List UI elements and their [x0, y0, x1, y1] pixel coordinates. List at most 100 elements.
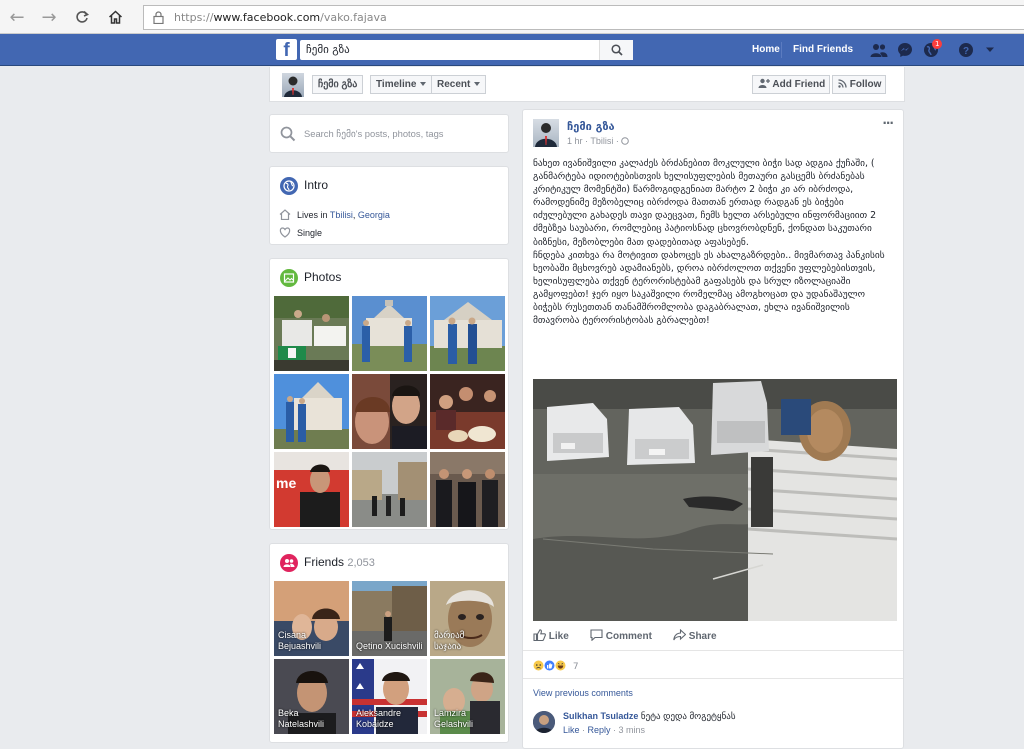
friend-requests-icon[interactable]	[870, 42, 888, 58]
share-button[interactable]: Share	[673, 628, 717, 642]
search-input[interactable]: ჩემი გზა	[300, 40, 633, 60]
photo-thumbnail[interactable]: me	[274, 452, 349, 527]
friend-name: Lamzira Gelashvili	[434, 708, 474, 729]
commenter-avatar[interactable]	[533, 711, 555, 733]
chevron-down-icon	[420, 82, 427, 87]
post-author-name[interactable]: ჩემი გზა	[567, 120, 615, 133]
add-friend-button[interactable]: Add Friend	[752, 75, 830, 94]
home-icon[interactable]	[104, 6, 126, 28]
lock-icon	[153, 11, 164, 24]
reactions-summary[interactable]: 7	[533, 658, 579, 672]
post-time[interactable]: 1 hr	[567, 136, 583, 146]
friend-tile[interactable]: Cisana Bejuashvili	[274, 581, 349, 656]
relationship-status: Single	[297, 228, 323, 238]
photo-thumbnail[interactable]	[430, 452, 505, 527]
city-link[interactable]: Tbilisi	[330, 210, 353, 220]
country-link[interactable]: Georgia	[358, 210, 390, 220]
friends-card: Friends 2,053 Cisana Bejuashvili Qetino X…	[269, 543, 509, 743]
post-author-avatar[interactable]	[533, 119, 559, 147]
like-button[interactable]: Like	[533, 629, 569, 642]
help-icon[interactable]: ?	[958, 42, 974, 58]
view-previous-comments-link[interactable]: View previous comments	[533, 688, 633, 698]
back-arrow-icon[interactable]: ←	[6, 6, 28, 28]
friend-name: Cisana Bejuashvili	[278, 630, 322, 651]
timeline-nav-strip: ჩემი გზა Timeline Recent Add Friend Foll…	[269, 67, 905, 102]
comment-actions: Like · Reply · 3 mins	[563, 725, 646, 735]
follow-button[interactable]: Follow	[832, 75, 886, 94]
photo-thumbnail[interactable]	[430, 374, 505, 449]
globe-icon	[621, 137, 630, 145]
friends-count: 2,053	[347, 557, 375, 569]
find-friends-link[interactable]: Find Friends	[793, 44, 853, 55]
post-options-icon[interactable]: ···	[882, 116, 894, 130]
friends-title: Friends 2,053	[304, 555, 375, 569]
reload-icon[interactable]	[71, 6, 93, 28]
facebook-topbar: f ჩემი გზა Home Find Friends 1 ?	[0, 34, 1024, 66]
search-button[interactable]	[599, 40, 633, 60]
post-text: ნახეთ ივანიშვილი კალაძეს ბრძანებით მოკლუ…	[533, 158, 885, 327]
search-icon	[280, 126, 296, 142]
add-friend-icon	[758, 78, 770, 88]
friends-icon	[280, 554, 298, 572]
friend-tile[interactable]: Beka Natelashvili	[274, 659, 349, 734]
chevron-down-icon	[474, 82, 481, 87]
share-icon	[673, 628, 687, 641]
home-link[interactable]: Home	[752, 44, 780, 55]
rss-icon	[838, 79, 847, 88]
svg-text:?: ?	[963, 46, 969, 57]
url-text: https://www.facebook.com/vako.fajava	[174, 11, 387, 24]
facebook-logo[interactable]: f	[276, 39, 297, 60]
photo-icon	[280, 269, 298, 287]
forward-arrow-icon[interactable]: →	[38, 6, 60, 28]
intro-card: Intro Lives in Tbilisi, Georgia Single	[269, 166, 509, 245]
photo-thumbnail[interactable]	[274, 296, 349, 371]
page-name-button[interactable]: ჩემი გზა	[312, 75, 364, 94]
friend-tile[interactable]: Qetino Xucishvili	[352, 581, 427, 656]
account-menu-caret-icon[interactable]	[985, 47, 995, 53]
lives-in: Lives in Tbilisi, Georgia	[297, 210, 390, 220]
comment-button[interactable]: Comment	[590, 629, 652, 642]
comment-reply-link[interactable]: Reply	[588, 725, 611, 735]
address-bar[interactable]: https://www.facebook.com/vako.fajava	[143, 5, 1024, 30]
svg-text:me: me	[276, 475, 296, 491]
search-input-value: ჩემი გზა	[306, 43, 350, 56]
photos-title: Photos	[304, 270, 342, 284]
comment-body: Sulkhan Tsuladze ნეტა დედა მოგეტყნას	[563, 711, 736, 722]
search-posts-box[interactable]: Search ჩემი's posts, photos, tags	[269, 114, 509, 153]
comment-time[interactable]: 3 mins	[619, 725, 646, 735]
recent-tab[interactable]: Recent	[431, 75, 487, 94]
search-icon	[610, 44, 623, 56]
friend-name: Qetino Xucishvili	[356, 641, 423, 651]
divider	[523, 650, 903, 651]
timeline-tab[interactable]: Timeline	[370, 75, 433, 94]
friend-tile[interactable]: Lamzira Gelashvili	[430, 659, 505, 734]
comment-author[interactable]: Sulkhan Tsuladze	[563, 711, 638, 721]
photo-thumbnail[interactable]	[352, 296, 427, 371]
reaction-count: 7	[572, 662, 579, 672]
browser-toolbar: ← → https://www.facebook.com/vako.fajava	[0, 0, 1024, 34]
friend-name: Beka Natelashvili	[278, 708, 325, 729]
like-reaction-icon	[544, 660, 555, 671]
photos-card: Photos me	[269, 258, 509, 530]
photo-thumbnail[interactable]	[352, 374, 427, 449]
friend-name: Aleksandre Kobaidze	[356, 708, 402, 729]
messenger-icon[interactable]	[897, 42, 913, 58]
comment-text: ნეტა დედა მოგეტყნას	[640, 711, 736, 721]
post-card: ჩემი გზა 1 hr · Tbilisi · ··· ნახეთ ივან…	[522, 109, 904, 749]
photo-thumbnail[interactable]	[274, 374, 349, 449]
post-meta: 1 hr · Tbilisi ·	[567, 136, 630, 146]
heart-icon	[279, 227, 291, 238]
friend-name: მარიამ საჯაია	[434, 630, 465, 651]
post-location[interactable]: Tbilisi	[590, 136, 613, 146]
sad-reaction-icon	[533, 660, 544, 671]
comment-icon	[590, 629, 603, 642]
profile-avatar[interactable]	[282, 73, 304, 97]
comment-like-link[interactable]: Like	[563, 725, 580, 735]
post-video-image[interactable]	[533, 379, 897, 621]
photo-thumbnail[interactable]	[352, 452, 427, 527]
globe-icon	[280, 177, 298, 195]
divider	[781, 42, 782, 58]
friend-tile[interactable]: მარიამ საჯაია	[430, 581, 505, 656]
friend-tile[interactable]: Aleksandre Kobaidze	[352, 659, 427, 734]
photo-thumbnail[interactable]	[430, 296, 505, 371]
